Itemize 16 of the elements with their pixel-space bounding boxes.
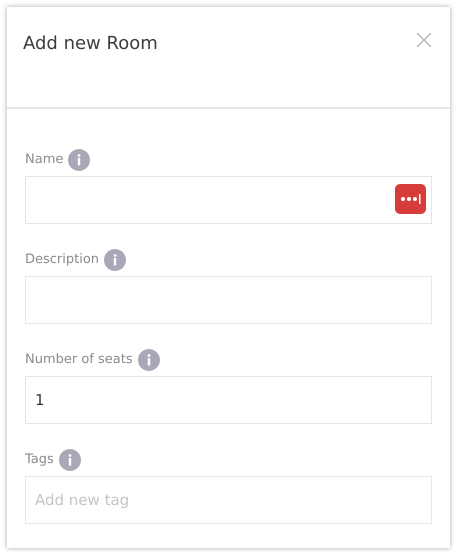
info-icon	[138, 349, 160, 371]
field-label: Number of seats	[25, 351, 133, 370]
input-field[interactable]: Add new tag	[25, 476, 432, 524]
field-label: Name	[25, 151, 64, 170]
field-label: Description	[25, 251, 100, 270]
input-field[interactable]	[25, 176, 432, 224]
info-icon	[58, 449, 81, 471]
close-icon	[416, 32, 432, 48]
field-label: Tags	[25, 451, 54, 470]
dots-icon	[400, 194, 422, 204]
info-icon	[104, 249, 126, 271]
dialog-title: Add new Room	[23, 32, 158, 56]
info-icon	[68, 149, 90, 171]
input-field[interactable]	[25, 276, 432, 324]
input-field[interactable]: 1	[25, 376, 432, 424]
password-manager-button[interactable]	[395, 184, 426, 214]
